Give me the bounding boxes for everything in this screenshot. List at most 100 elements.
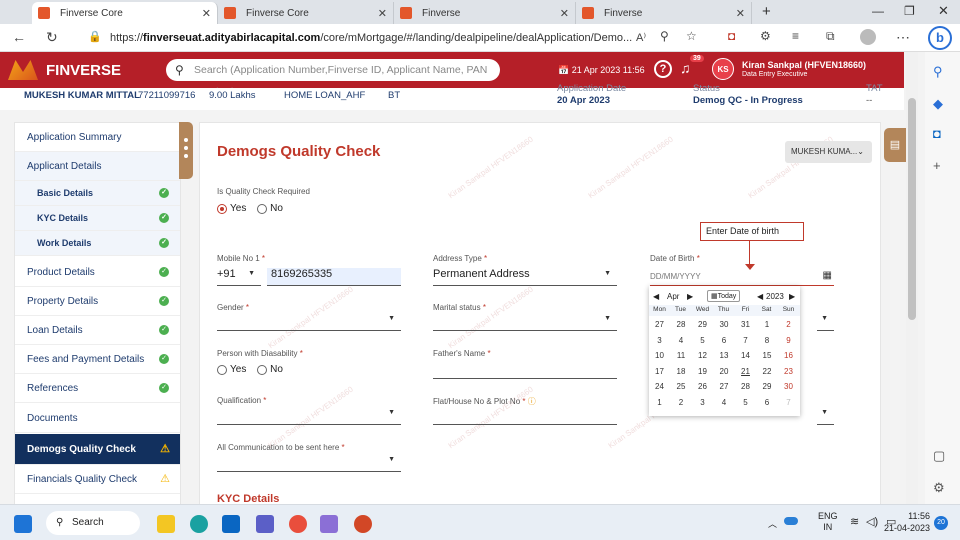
browser-tab-1[interactable]: Finverse Core ✕ (32, 2, 218, 24)
minimize-icon[interactable]: — (872, 4, 884, 18)
read-aloud-icon[interactable]: A⁾ (636, 31, 646, 44)
calendar-day[interactable]: 16 (778, 351, 799, 360)
sidebar-item-loan-details[interactable]: Loan Details ✓ (15, 316, 180, 345)
calendar-day[interactable]: 15 (757, 351, 778, 360)
sidebar-item-basic-details[interactable]: Basic Details ✓ (15, 181, 180, 206)
calendar-day[interactable]: 27 (714, 382, 735, 391)
year-label[interactable]: 2023 (766, 292, 784, 301)
calendar-day[interactable]: 6 (714, 336, 735, 345)
calendar-day[interactable]: 2 (671, 398, 692, 407)
window-close-icon[interactable]: ✕ (938, 3, 949, 19)
new-tab-icon[interactable]: + (762, 3, 771, 20)
document-panel-icon[interactable]: ▤ (884, 128, 906, 162)
sidebar-item-kyc-details[interactable]: KYC Details ✓ (15, 206, 180, 231)
calendar-day[interactable]: 5 (692, 336, 713, 345)
url-text[interactable]: https://finverseuat.adityabirlacapital.c… (110, 28, 720, 48)
browser-tab-4[interactable]: Finverse ✕ (576, 2, 752, 24)
extension-icon[interactable]: ◘ (728, 29, 735, 43)
flat-input[interactable] (433, 407, 617, 425)
search-icon[interactable]: ⚲ (933, 64, 943, 80)
disability-yes-radio[interactable] (217, 364, 227, 375)
today-button[interactable]: ▦Today (707, 290, 741, 302)
calendar-day[interactable]: 11 (671, 351, 692, 360)
browser-tab-2[interactable]: Finverse Core ✕ (218, 2, 394, 24)
outlook-icon[interactable]: ◘ (933, 126, 941, 141)
bell-icon[interactable]: ♫ (680, 60, 691, 76)
restore-icon[interactable]: ❐ (904, 4, 915, 18)
calendar-day[interactable]: 9 (778, 336, 799, 345)
gender-select[interactable]: ▼ (217, 313, 401, 331)
calendar-day[interactable]: 30 (778, 382, 799, 391)
onedrive-icon[interactable] (784, 517, 798, 525)
qc-yes-radio[interactable] (217, 203, 227, 214)
calendar-day[interactable]: 2 (778, 320, 799, 329)
calendar-day[interactable]: 24 (649, 382, 670, 391)
powerpoint-icon[interactable] (354, 515, 372, 533)
prev-month-icon[interactable]: ◀ (653, 292, 659, 301)
favorite-icon[interactable]: ☆ (686, 29, 697, 43)
calendar-day[interactable]: 21 (735, 367, 756, 376)
close-icon[interactable]: ✕ (378, 7, 387, 20)
user-menu[interactable]: KS Kiran Sankpal (HFVEN18660) Data Entry… (712, 58, 866, 80)
calendar-day[interactable]: 7 (735, 336, 756, 345)
calendar-day[interactable]: 31 (735, 320, 756, 329)
app-icon[interactable] (320, 515, 338, 533)
chevron-up-icon[interactable]: ︿ (768, 517, 777, 530)
sidebar-collapse-handle[interactable] (179, 122, 193, 179)
month-label[interactable]: Apr (667, 292, 679, 301)
sidebar-item-financials-qc[interactable]: Financials Quality Check ⚠ (15, 465, 180, 494)
close-icon[interactable]: ✕ (560, 7, 569, 20)
wifi-icon[interactable]: ≋ (850, 515, 859, 528)
calendar-day[interactable]: 13 (714, 351, 735, 360)
qc-no-radio[interactable] (257, 203, 268, 214)
sidebar-item-work-details[interactable]: Work Details ✓ (15, 231, 180, 256)
calendar-day[interactable]: 22 (757, 367, 778, 376)
scrollbar[interactable] (906, 52, 918, 504)
calendar-day[interactable]: 6 (757, 398, 778, 407)
calendar-day[interactable]: 4 (714, 398, 735, 407)
edge-icon[interactable] (190, 515, 208, 533)
sidebar-toggle-icon[interactable]: ▢ (933, 448, 945, 464)
calendar-day[interactable]: 1 (757, 320, 778, 329)
lock-icon[interactable]: 🔒 (88, 30, 102, 43)
profile-icon[interactable] (860, 29, 876, 45)
country-code-select[interactable]: +91 ▼ (217, 268, 261, 286)
sidebar-item-application-summary[interactable]: Application Summary (15, 123, 180, 152)
calendar-day[interactable]: 29 (757, 382, 778, 391)
sidebar-item-documents[interactable]: Documents (15, 404, 180, 433)
calendar-day[interactable]: 12 (692, 351, 713, 360)
refresh-icon[interactable]: ↻ (46, 29, 58, 46)
sidebar-item-references[interactable]: References ✓ (15, 374, 180, 403)
clock[interactable]: 11:56 21-04-2023 (870, 510, 930, 534)
mobile-input[interactable]: 8169265335 (267, 268, 401, 286)
calendar-day[interactable]: 28 (671, 320, 692, 329)
qualification-select[interactable]: ▼ (217, 407, 401, 425)
teams-icon[interactable] (256, 515, 274, 533)
prev-year-icon[interactable]: ◀ (757, 292, 763, 301)
sidebar-item-product-details[interactable]: Product Details ✓ (15, 258, 180, 287)
calendar-day[interactable]: 1 (649, 398, 670, 407)
more-icon[interactable]: ⋯ (896, 29, 910, 46)
calendar-day[interactable]: 26 (692, 382, 713, 391)
sidebar-item-demogs-qc[interactable]: Demogs Quality Check ⚠ (15, 434, 180, 465)
close-icon[interactable]: ✕ (202, 7, 211, 20)
taskbar-search[interactable]: ⚲ Search (46, 511, 140, 535)
calendar-day[interactable]: 8 (757, 336, 778, 345)
scrollbar-thumb[interactable] (908, 98, 916, 320)
search-input[interactable]: ⚲ Search (Application Number,Finverse ID… (166, 59, 500, 98)
calendar-day[interactable]: 14 (735, 351, 756, 360)
extensions-icon[interactable]: ⚙ (760, 29, 771, 43)
father-name-input[interactable] (433, 361, 617, 379)
marital-select[interactable]: ▼ (433, 313, 617, 331)
calendar-day[interactable]: 5 (735, 398, 756, 407)
info-icon[interactable]: ⓘ (528, 397, 536, 406)
calendar-day[interactable]: 25 (671, 382, 692, 391)
browser-tab-3[interactable]: Finverse ✕ (394, 2, 576, 24)
address-type-select[interactable]: Permanent Address ▼ (433, 268, 617, 286)
hidden-select-behind-calendar[interactable]: ▼ (817, 313, 834, 331)
sidebar-item-applicant-details[interactable]: Applicant Details (15, 152, 180, 181)
collections-icon[interactable]: ⧉ (826, 29, 835, 44)
file-explorer-icon[interactable] (157, 515, 175, 533)
calendar-day[interactable]: 28 (735, 382, 756, 391)
outlook-icon[interactable] (222, 515, 240, 533)
